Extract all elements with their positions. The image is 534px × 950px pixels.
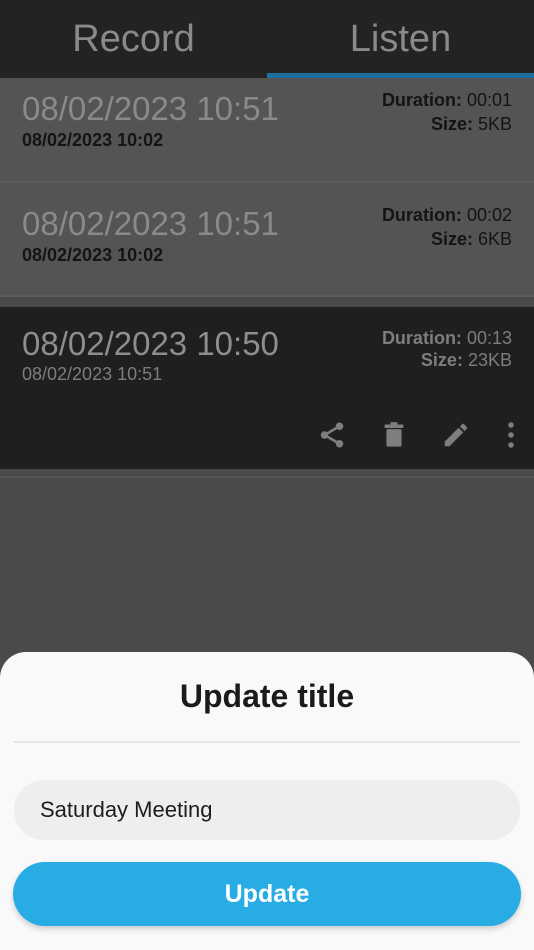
size-label: Size:: [430, 229, 473, 249]
tab-record-label: Record: [72, 18, 195, 60]
recording-item[interactable]: 08/02/2023 10:51 08/02/2023 10:02 Durati…: [0, 78, 534, 183]
duration-value: 00:01: [466, 90, 512, 110]
duration-label: Duration:: [381, 205, 462, 225]
recording-date: 08/02/2023 10:02: [22, 130, 164, 150]
recording-title: 08/02/2023 10:51: [22, 90, 279, 127]
size-label: Size:: [430, 114, 473, 134]
recording-meta: Duration: 00:02 Size: 6KB: [382, 203, 512, 251]
recording-date: 08/02/2023 10:51: [22, 364, 163, 384]
delete-button[interactable]: [374, 415, 414, 455]
trash-icon: [384, 422, 404, 447]
size-label: Size:: [420, 350, 463, 370]
more-options-button[interactable]: [498, 415, 524, 455]
duration-label: Duration:: [381, 328, 462, 348]
share-button[interactable]: [312, 415, 352, 455]
update-button[interactable]: Update: [13, 862, 521, 926]
pencil-icon: [444, 423, 468, 447]
recording-title: 08/02/2023 10:51: [22, 205, 279, 242]
recording-actions: [290, 415, 534, 455]
size-value: 5KB: [477, 114, 512, 134]
update-title-sheet: Update title Update: [0, 652, 534, 950]
recording-date: 08/02/2023 10:02: [22, 245, 164, 265]
tab-record[interactable]: Record: [0, 0, 267, 78]
duration-value: 00:13: [466, 328, 512, 348]
title-input[interactable]: [14, 780, 520, 840]
recording-meta: Duration: 00:01 Size: 5KB: [382, 88, 512, 136]
tab-listen[interactable]: Listen: [267, 0, 534, 78]
edit-button[interactable]: [436, 415, 476, 455]
tab-bar: Record Listen: [0, 0, 534, 78]
recording-item[interactable]: 08/02/2023 10:51 08/02/2023 10:02 Durati…: [0, 183, 534, 297]
list-divider: [0, 476, 534, 478]
duration-label: Duration:: [381, 90, 462, 110]
more-vertical-icon: [508, 422, 514, 448]
recording-item-selected[interactable]: 08/02/2023 10:50 08/02/2023 10:51 Durati…: [0, 307, 534, 469]
sheet-title: Update title: [179, 678, 355, 714]
tab-listen-label: Listen: [349, 18, 452, 60]
sheet-divider: [14, 741, 520, 743]
size-value: 23KB: [467, 350, 512, 370]
duration-value: 00:02: [466, 205, 512, 225]
recording-title: 08/02/2023 10:50: [22, 325, 279, 362]
share-icon: [320, 422, 344, 448]
recording-meta: Duration: 00:13 Size: 23KB: [382, 327, 512, 371]
size-value: 6KB: [477, 229, 512, 249]
